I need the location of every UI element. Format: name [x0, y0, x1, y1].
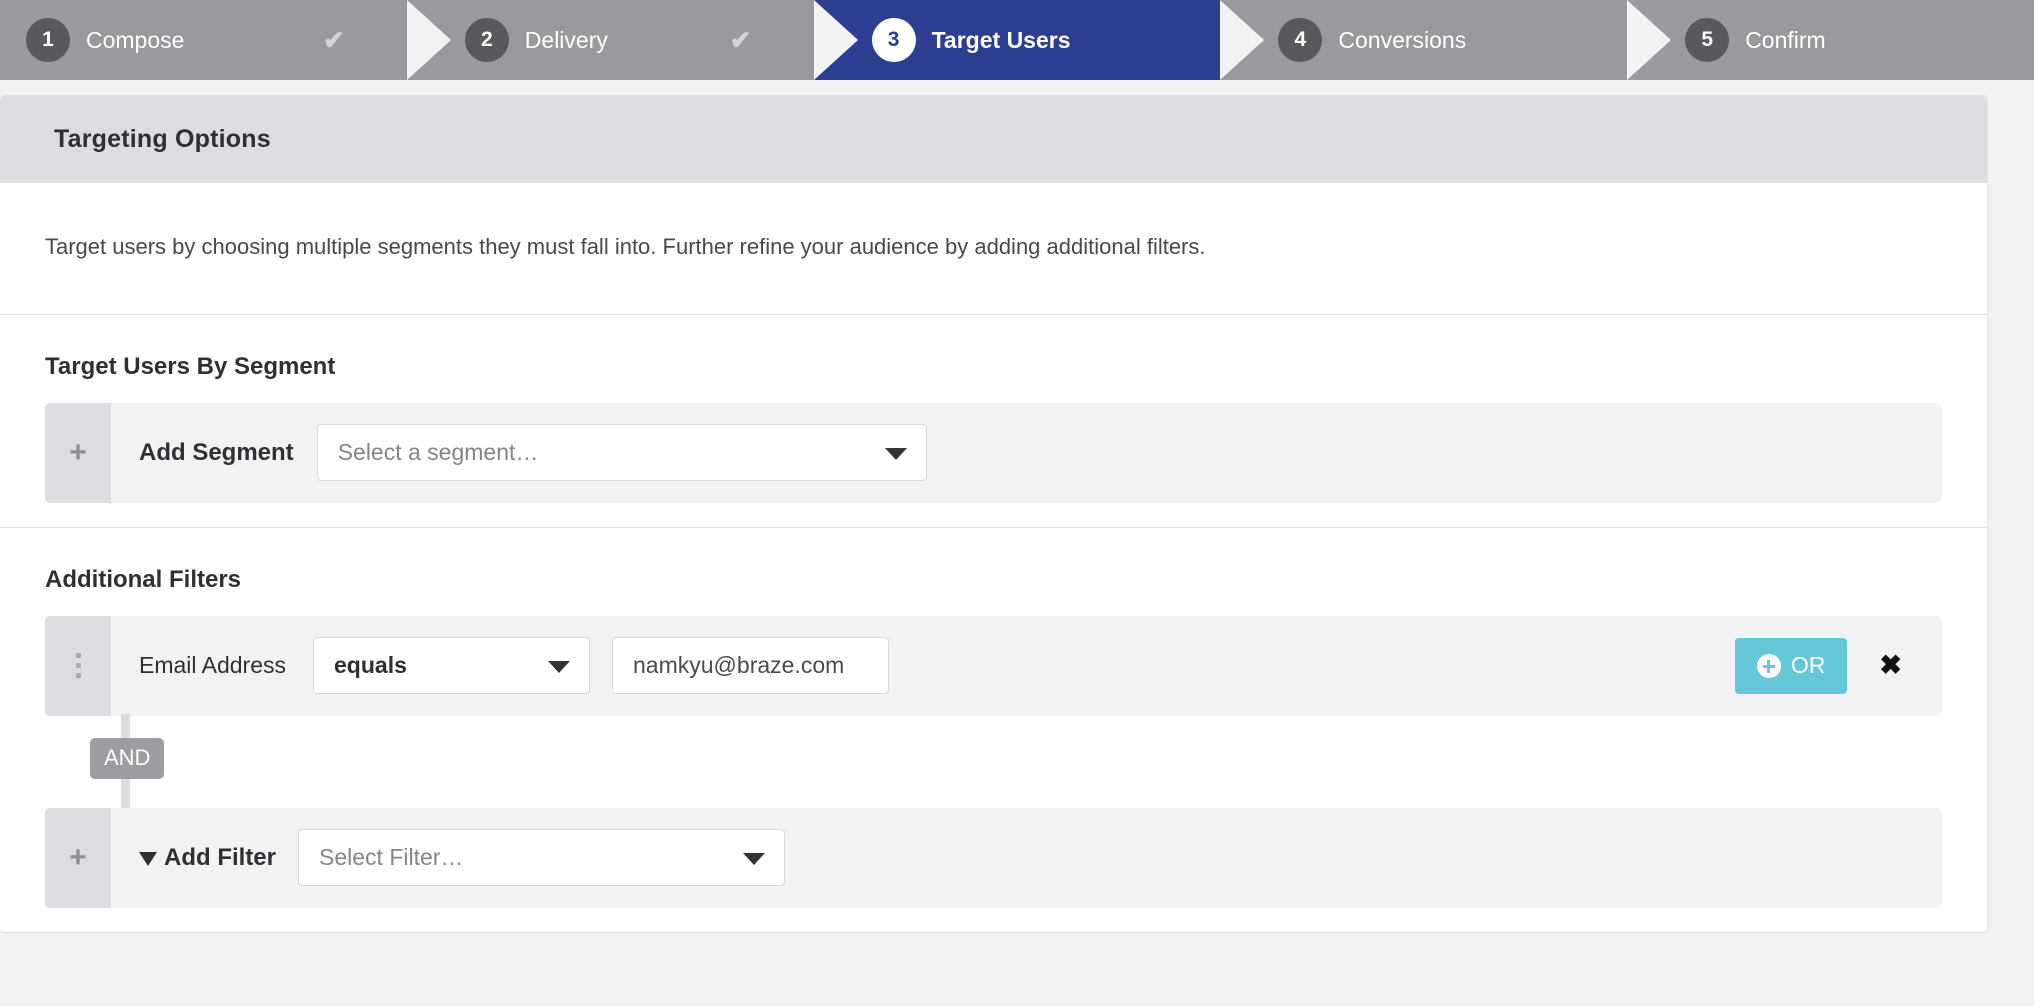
additional-filters-title: Additional Filters — [45, 565, 242, 593]
intro-section: Target users by choosing multiple segmen… — [0, 183, 1987, 315]
chevron-down-icon — [884, 447, 907, 460]
add-filter-row: + Add Filter Select Filter… — [45, 807, 1942, 908]
step-divider-wedge — [1220, 0, 1265, 80]
filter-field-label: Email Address — [139, 652, 287, 679]
card-header: Targeting Options — [0, 96, 1987, 183]
filter-row: Email Address equals namkyu@braze.com OR — [45, 615, 1942, 716]
step-label: Delivery — [524, 26, 608, 53]
segment-section: Target Users By Segment + Add Segment Se… — [0, 315, 1987, 528]
step-label: Compose — [86, 26, 185, 53]
and-operator-chip[interactable]: AND — [90, 737, 165, 779]
drag-handle-icon[interactable] — [45, 615, 111, 716]
filter-value-text: namkyu@braze.com — [633, 652, 845, 679]
step-divider-wedge — [1627, 0, 1672, 80]
filter-operator-select[interactable]: equals — [313, 637, 591, 695]
targeting-options-card: Targeting Options Target users by choosi… — [0, 95, 1988, 933]
step-divider-wedge — [406, 0, 451, 80]
add-filter-plus-icon[interactable]: + — [45, 807, 111, 908]
step-label: Confirm — [1745, 26, 1826, 53]
step-number-badge: 3 — [871, 18, 916, 62]
additional-filters-section: Additional Filters Email Address equals … — [0, 528, 1987, 932]
step-complete-check-icon: ✔ — [323, 24, 345, 55]
step-label: Conversions — [1338, 26, 1467, 53]
or-button-label: OR — [1790, 652, 1826, 679]
add-filter-label-group: Add Filter — [139, 844, 276, 872]
and-connector: AND — [90, 713, 290, 810]
filter-select-placeholder: Select Filter… — [319, 844, 464, 871]
step-label: Target Users — [931, 26, 1071, 53]
add-segment-plus-icon[interactable]: + — [45, 402, 111, 503]
wizard-step-delivery[interactable]: 2 Delivery ✔ — [406, 0, 858, 80]
segment-section-title: Target Users By Segment — [45, 352, 336, 380]
remove-filter-close-icon[interactable]: ✖ — [1879, 652, 1902, 679]
step-complete-check-icon: ✔ — [729, 24, 752, 55]
step-number-badge: 5 — [1685, 18, 1730, 62]
add-segment-row: + Add Segment Select a segment… — [45, 402, 1942, 503]
wizard-step-compose[interactable]: 1 Compose ✔ — [0, 0, 451, 80]
wizard-progress-bar: 1 Compose ✔ 2 Delivery ✔ 3 Target Users … — [0, 0, 2034, 80]
segment-select[interactable]: Select a segment… — [316, 424, 927, 482]
add-filter-label: Add Filter — [164, 843, 276, 871]
step-number-badge: 4 — [1278, 18, 1323, 62]
wizard-step-target-users[interactable]: 3 Target Users — [813, 0, 1265, 80]
intro-text: Target users by choosing multiple segmen… — [45, 234, 1206, 259]
wizard-step-confirm[interactable]: 5 Confirm — [1627, 0, 2034, 80]
funnel-icon — [139, 851, 157, 866]
add-or-condition-button[interactable]: OR — [1734, 637, 1848, 694]
chevron-down-icon — [548, 660, 571, 673]
filter-operator-value: equals — [334, 652, 407, 679]
chevron-down-icon — [743, 852, 765, 865]
step-number-badge: 1 — [26, 18, 70, 62]
step-divider-wedge — [813, 0, 858, 80]
add-segment-label: Add Segment — [139, 438, 294, 466]
segment-select-placeholder: Select a segment… — [337, 439, 539, 466]
wizard-step-conversions[interactable]: 4 Conversions — [1220, 0, 1672, 80]
filter-value-input[interactable]: namkyu@braze.com — [612, 637, 890, 695]
page-title: Targeting Options — [54, 125, 271, 153]
step-number-badge: 2 — [464, 18, 509, 62]
plus-circle-icon — [1756, 653, 1781, 678]
filter-select[interactable]: Select Filter… — [298, 829, 785, 887]
